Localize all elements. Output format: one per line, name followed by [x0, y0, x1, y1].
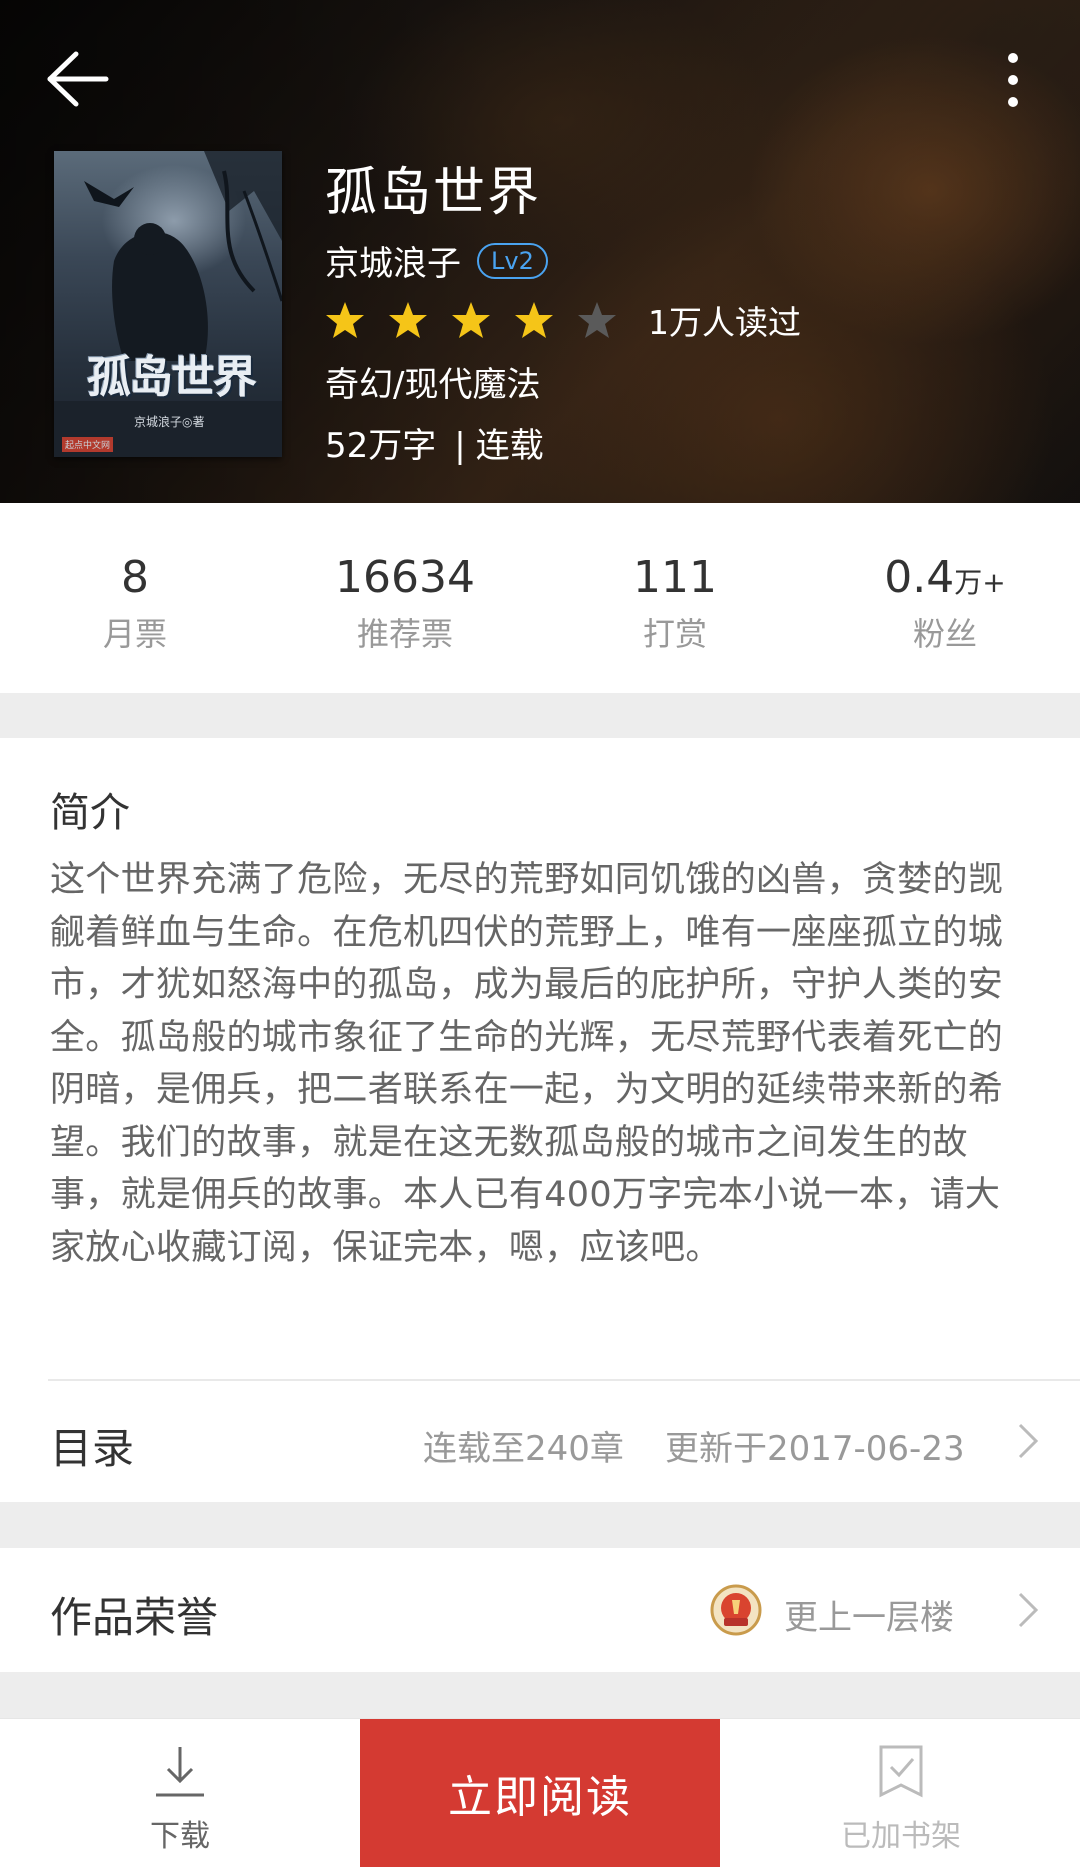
author-name[interactable]: 京城浪子 — [325, 236, 461, 285]
book-cover[interactable]: 孤岛世界 京城浪子◎著 起点中文网 — [54, 151, 282, 457]
stat-value: 0.4 — [884, 552, 955, 603]
download-button[interactable]: 下载 — [120, 1741, 240, 1855]
stat-value: 16634 — [335, 552, 475, 603]
star-rating — [325, 300, 640, 340]
added-to-shelf-button[interactable]: 已加书架 — [836, 1741, 966, 1855]
honor-row[interactable]: 作品荣誉 更上一层楼 — [0, 1548, 1080, 1672]
intro-heading: 简介 — [50, 790, 130, 836]
section-gap — [0, 693, 1080, 738]
honor-label: 作品荣誉 — [50, 1593, 219, 1642]
book-genre[interactable]: 奇幻/现代魔法 — [325, 357, 540, 406]
stat-fans[interactable]: 0.4万+ 粉丝 — [810, 551, 1080, 658]
star-empty-icon — [578, 302, 616, 338]
shelf-label: 已加书架 — [841, 1819, 961, 1854]
star-filled-icon — [515, 302, 553, 338]
stats-row: 8 月票 16634 推荐票 111 打赏 0.4万+ 粉丝 — [0, 503, 1080, 693]
book-header: 孤岛世界 京城浪子◎著 起点中文网 孤岛世界 京城浪子 Lv2 1万人读过 奇幻… — [0, 0, 1080, 503]
intro-text[interactable]: 这个世界充满了危险，无尽的荒野如同饥饿的凶兽，贪婪的觊觎着鲜血与生命。在危机四伏… — [50, 854, 1028, 1274]
stat-unit: 万+ — [954, 566, 1006, 599]
readers-count: 1万人读过 — [648, 303, 801, 342]
read-now-button[interactable]: 立即阅读 — [360, 1719, 720, 1867]
intro-section: 简介 这个世界充满了危险，无尽的荒野如同饥饿的凶兽，贪婪的觊觎着鲜血与生命。在危… — [0, 738, 1080, 1502]
honor-value: 更上一层楼 — [784, 1598, 954, 1638]
chevron-right-icon — [1016, 1421, 1040, 1461]
medal-icon — [710, 1584, 762, 1636]
cover-publisher-logo: 起点中文网 — [62, 437, 114, 452]
toc-row[interactable]: 目录 连载至240章 更新于2017-06-23 — [0, 1381, 1080, 1501]
section-gap — [0, 1502, 1080, 1548]
back-arrow-icon[interactable] — [40, 44, 120, 114]
bottom-action-bar: 下载 立即阅读 已加书架 — [0, 1718, 1080, 1867]
serial-status: 连载 — [475, 426, 544, 466]
star-filled-icon — [389, 302, 427, 338]
author-level-badge: Lv2 — [477, 242, 548, 279]
word-count: 52万字 — [325, 426, 437, 466]
toc-label: 目录 — [50, 1424, 135, 1473]
author-row[interactable]: 京城浪子 Lv2 — [325, 236, 548, 285]
rating-row: 1万人读过 — [325, 296, 801, 344]
download-label: 下载 — [150, 1819, 210, 1854]
book-title: 孤岛世界 — [325, 163, 542, 223]
stat-value: 8 — [121, 552, 149, 603]
stat-monthly-tickets[interactable]: 8 月票 — [0, 551, 270, 658]
book-meta: 52万字 | 连载 — [325, 418, 544, 467]
chevron-right-icon — [1016, 1590, 1040, 1630]
toc-progress: 连载至240章 — [423, 1429, 624, 1469]
stat-label: 打赏 — [642, 615, 707, 653]
stat-recommend-tickets[interactable]: 16634 推荐票 — [270, 551, 540, 658]
cover-title-text: 孤岛世界 — [87, 352, 257, 403]
cover-author-text: 京城浪子◎著 — [134, 415, 205, 429]
stat-label: 推荐票 — [356, 615, 453, 653]
download-icon — [156, 1747, 204, 1797]
stat-rewards[interactable]: 111 打赏 — [540, 551, 810, 658]
section-gap — [0, 1672, 1080, 1718]
meta-separator: | — [454, 426, 466, 466]
stat-label: 月票 — [102, 615, 167, 653]
star-filled-icon — [326, 302, 364, 338]
more-options-icon[interactable] — [995, 48, 1031, 112]
star-filled-icon — [452, 302, 490, 338]
stat-value: 111 — [633, 552, 717, 603]
stat-label: 粉丝 — [912, 615, 977, 653]
toc-updated: 更新于2017-06-23 — [665, 1429, 965, 1469]
bookmark-check-icon — [879, 1745, 923, 1798]
